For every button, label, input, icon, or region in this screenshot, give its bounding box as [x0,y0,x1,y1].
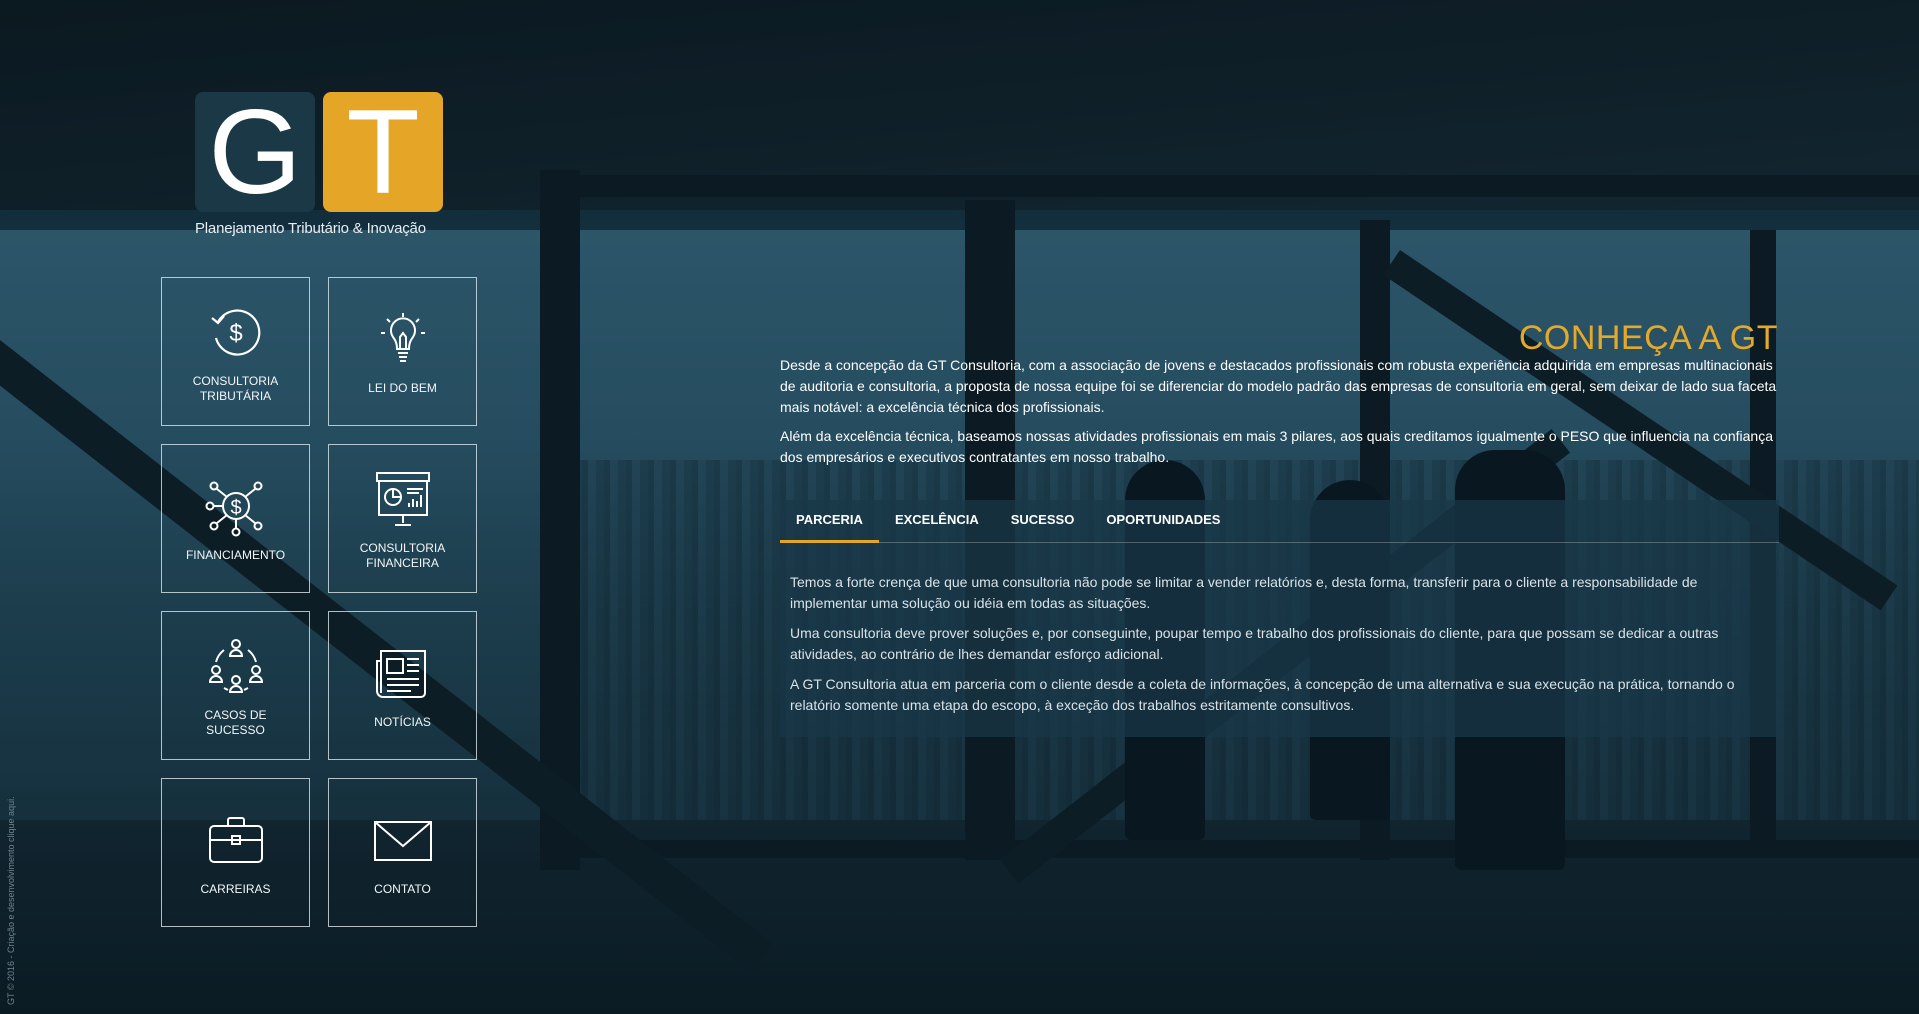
people-circle-icon [208,639,263,694]
logo[interactable]: G T Planejamento Tributário & Inovação [195,92,447,242]
tile-consultoria-tributaria[interactable]: $ CONSULTORIA TRIBUTÁRIA [161,277,310,426]
tile-label: CARREIRAS [200,882,271,897]
tile-carreiras[interactable]: CARREIRAS [161,778,310,927]
tile-label: CONTATO [374,882,431,897]
intro-paragraph: Além da excelência técnica, baseamos nos… [780,428,1773,465]
tile-contato[interactable]: CONTATO [328,778,477,927]
tab-paragraph: Temos a forte crença de que uma consulto… [790,574,1698,611]
tab-bar: PARCERIA EXCELÊNCIA SUCESSO OPORTUNIDADE… [780,500,1779,543]
svg-text:$: $ [229,320,242,347]
tab-sucesso[interactable]: SUCESSO [995,500,1091,542]
tile-label: LEI DO BEM [368,381,437,396]
tab-paragraph: A GT Consultoria atua em parceria com o … [790,676,1735,713]
dollar-refresh-icon: $ [210,309,260,356]
tab-content: Temos a forte crença de que uma consulto… [780,543,1779,716]
dollar-network-icon: $ [205,481,262,537]
tile-consultoria-financeira[interactable]: CONSULTORIA FINANCEIRA [328,444,477,593]
newspaper-icon [375,650,426,699]
tile-casos-de-sucesso[interactable]: CASOS DE SUCESSO [161,611,310,760]
page-title: CONHEÇA A GT [1518,318,1778,357]
presentation-chart-icon [375,472,430,527]
tab-oportunidades[interactable]: OPORTUNIDADES [1090,500,1236,542]
logo-t-block: T [323,92,443,212]
intro-text: Desde a concepção da GT Consultoria, com… [780,355,1779,476]
tab-excelencia[interactable]: EXCELÊNCIA [879,500,995,542]
logo-tagline: Planejamento Tributário & Inovação [195,220,426,237]
tile-label: FINANCIAMENTO [185,548,286,563]
pillars-tabs-panel: PARCERIA EXCELÊNCIA SUCESSO OPORTUNIDADE… [780,500,1779,737]
logo-letter-t: T [346,85,420,219]
intro-paragraph: Desde a concepção da GT Consultoria, com… [780,357,1777,415]
envelope-icon [373,821,432,862]
tab-parceria[interactable]: PARCERIA [780,500,879,543]
svg-text:$: $ [230,497,241,519]
lightbulb-icon [380,313,425,363]
tab-paragraph: Uma consultoria deve prover soluções e, … [790,625,1719,662]
tile-label: CASOS DE SUCESSO [204,708,267,737]
footer-credit-link[interactable]: GT © 2016 - Criação e desenvolvimento cl… [6,796,16,1005]
briefcase-icon [208,817,263,864]
logo-g-block: G [195,92,315,212]
tile-label: CONSULTORIA TRIBUTÁRIA [192,374,279,403]
logo-letter-g: G [208,85,302,219]
tile-label: NOTÍCIAS [374,715,431,730]
tile-lei-do-bem[interactable]: LEI DO BEM [328,277,477,426]
tile-label: CONSULTORIA FINANCEIRA [359,541,446,570]
tile-financiamento[interactable]: $ FINANCIAMENTO [161,444,310,593]
tile-noticias[interactable]: NOTÍCIAS [328,611,477,760]
